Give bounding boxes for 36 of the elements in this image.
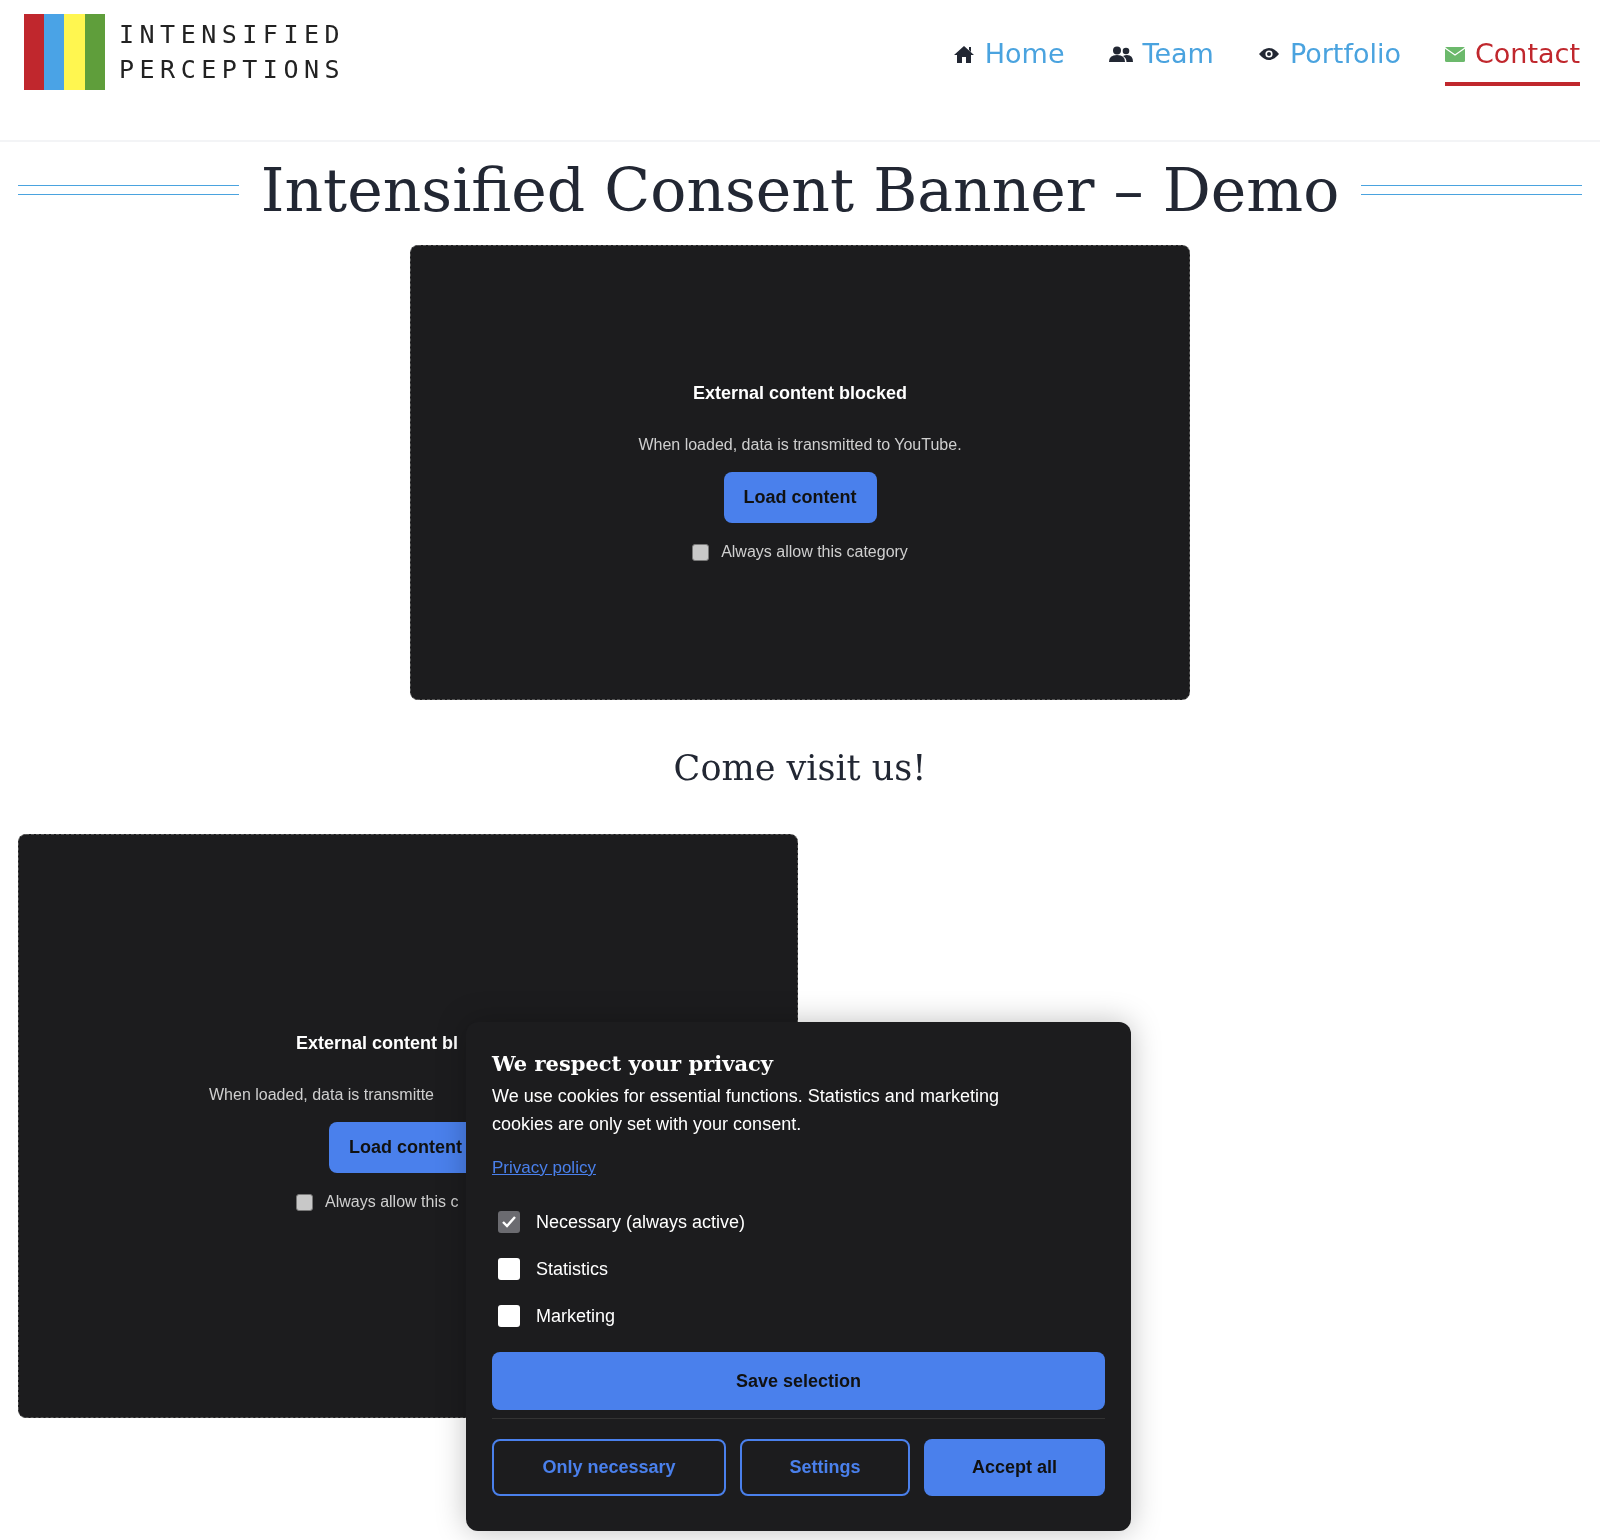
placeholder-text: When loaded, data is transmitted to YouTube.	[638, 435, 962, 455]
checkbox-label: Necessary (always active)	[536, 1211, 746, 1234]
nav-link[interactable]: Contact	[1444, 36, 1580, 86]
section-heading: Come visit us!	[673, 747, 927, 790]
checkbox[interactable]	[692, 543, 710, 561]
load-content-button[interactable]: Load content	[723, 472, 877, 523]
logo-icon	[24, 14, 105, 90]
banner-title: We respect your privacy	[492, 1050, 775, 1078]
checkbox-label: Always allow this c	[325, 1192, 459, 1212]
save-selection-button[interactable]: Save selection	[492, 1352, 1105, 1410]
outline-button[interactable]: Only necessary	[492, 1439, 726, 1496]
load-content-button[interactable]: Load content	[329, 1122, 466, 1173]
eye-icon	[1257, 47, 1280, 61]
banner-text: We use cookies for essential functions. Statistics and marketing cookies are only set with your consent.	[492, 1085, 1000, 1136]
nav-link[interactable]: Team	[1108, 36, 1214, 86]
outline-button[interactable]: Settings	[740, 1439, 910, 1496]
home-icon	[952, 44, 975, 64]
checkbox-label: Statistics	[536, 1258, 609, 1281]
checkbox[interactable]	[498, 1305, 520, 1327]
placeholder-title: External content blocked	[692, 382, 908, 405]
accept-all-button[interactable]: Accept all	[924, 1439, 1105, 1496]
nav-link[interactable]: Portfolio	[1257, 36, 1401, 86]
check-icon	[501, 1215, 517, 1229]
checkbox-label: Always allow this category	[721, 542, 908, 562]
envelope-icon	[1444, 46, 1465, 62]
people-icon	[1108, 45, 1133, 63]
nav-link[interactable]: Home	[952, 36, 1065, 86]
checkbox[interactable]	[296, 1193, 313, 1211]
page-title: Intensified Consent Banner – Demo	[260, 154, 1340, 227]
checkbox-label: Marketing	[536, 1305, 616, 1328]
logo-text: PERCEPTIONS	[119, 54, 346, 86]
checkbox[interactable]	[498, 1258, 520, 1280]
logo-text: INTENSIFIED	[119, 19, 346, 51]
placeholder-title: External content bl	[296, 1032, 459, 1055]
privacy-policy-link[interactable]: Privacy policy	[492, 1156, 596, 1180]
placeholder-text: When loaded, data is transmitte	[209, 1085, 434, 1105]
